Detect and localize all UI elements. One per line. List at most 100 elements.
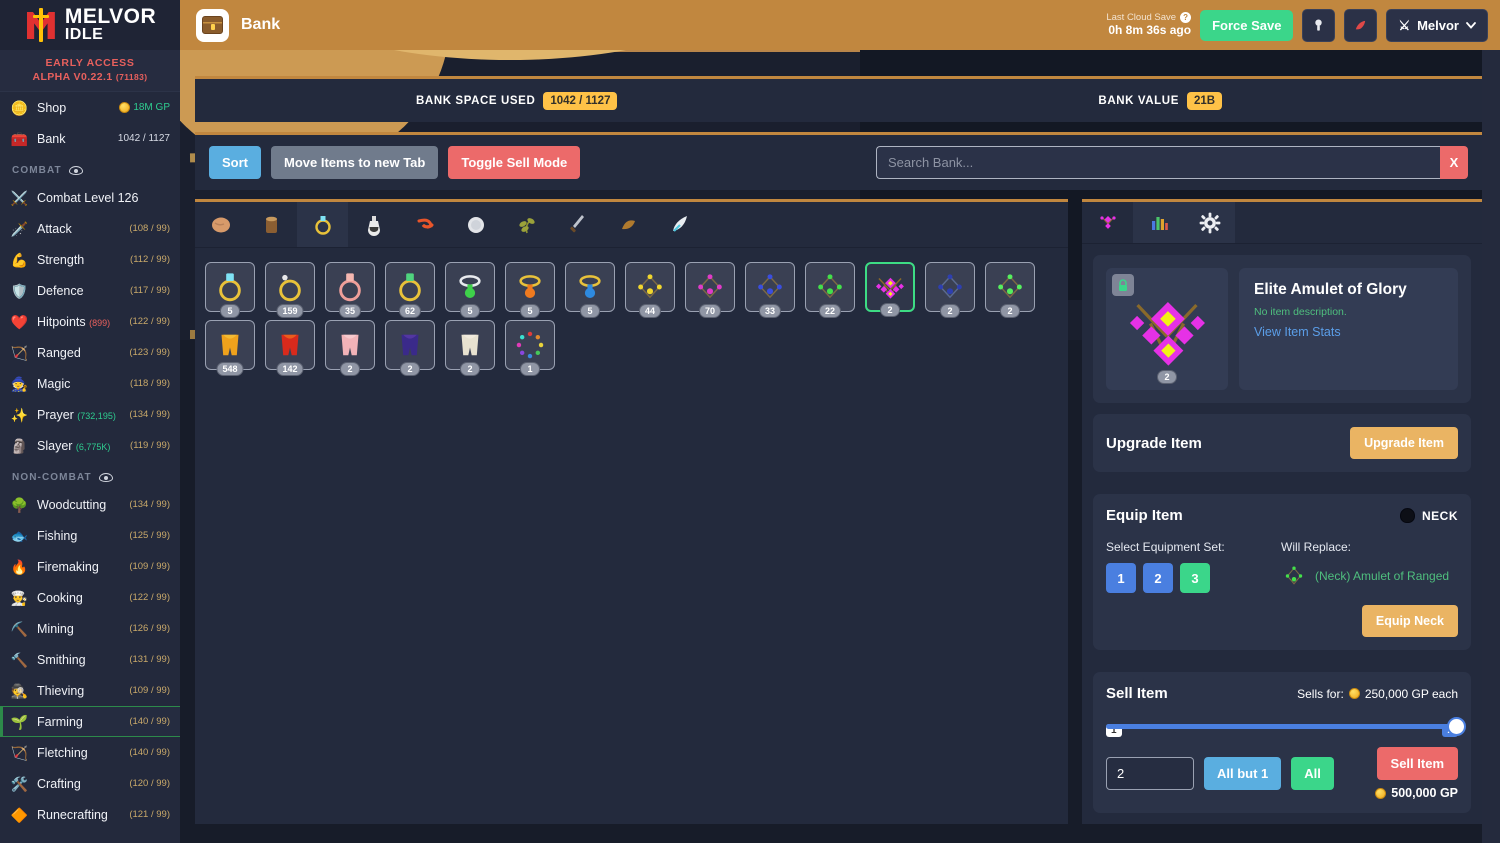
sidebar-item-prayer[interactable]: ✨ Prayer (732,195) (134 / 99) <box>0 399 180 430</box>
sidebar-item-combat-level-126[interactable]: ⚔️ Combat Level 126 <box>0 182 180 213</box>
bank-item-slot[interactable]: 548 <box>205 320 255 376</box>
bank-item-slot[interactable]: 2 <box>925 262 975 318</box>
bank-tab-log[interactable] <box>246 202 297 247</box>
mastery-button[interactable] <box>1302 8 1336 42</box>
bank-item-slot[interactable]: 70 <box>685 262 735 318</box>
sort-button[interactable]: Sort <box>209 146 261 179</box>
sidebar-item-smithing[interactable]: 🔨 Smithing (131 / 99) <box>0 644 180 675</box>
bank-item-slot[interactable]: 1 <box>505 320 555 376</box>
bank-item-slot[interactable]: 2 <box>325 320 375 376</box>
tree-icon: 🌳 <box>10 496 29 513</box>
clear-search-button[interactable]: X <box>1440 146 1468 179</box>
all-but-one-button[interactable]: All but 1 <box>1204 757 1282 790</box>
sidebar-item-crafting[interactable]: 🛠️ Crafting (120 / 99) <box>0 768 180 799</box>
selected-item-image[interactable]: 2 <box>1106 268 1228 390</box>
cape-white-icon <box>453 328 487 362</box>
sidebar-item-label: Smithing <box>37 652 86 667</box>
detail-tab-gear[interactable] <box>1184 202 1235 243</box>
sidebar-item-ranged[interactable]: 🏹 Ranged (123 / 99) <box>0 337 180 368</box>
sidebar-item-thieving[interactable]: 🕵️ Thieving (109 / 99) <box>0 675 180 706</box>
sidebar-item-fletching[interactable]: 🏹 Fletching (140 / 99) <box>0 737 180 768</box>
bank-item-slot[interactable]: 33 <box>745 262 795 318</box>
brand-logo[interactable]: MELVOR IDLE <box>0 0 180 50</box>
bank-item-slot[interactable]: 62 <box>385 262 435 318</box>
sell-item-button[interactable]: Sell Item <box>1376 747 1458 780</box>
eye-icon[interactable] <box>98 473 113 482</box>
tools-icon: 🛠️ <box>10 775 29 792</box>
sidebar-item-farming[interactable]: 🌱 Farming (140 / 99) <box>0 706 180 737</box>
rune-icon: 🔶 <box>10 806 29 823</box>
eye-icon[interactable] <box>68 166 83 175</box>
view-item-stats-link[interactable]: View Item Stats <box>1254 325 1443 339</box>
bank-item-slot[interactable]: 35 <box>325 262 375 318</box>
gear-icon <box>1199 212 1220 233</box>
sidebar-item-firemaking[interactable]: 🔥 Firemaking (109 / 99) <box>0 551 180 582</box>
sidebar-item-attack[interactable]: 🗡️ Attack (108 / 99) <box>0 213 180 244</box>
bank-tab-potato[interactable] <box>195 202 246 247</box>
sidebar-item-label: Magic <box>37 376 71 391</box>
sidebar-item-woodcutting[interactable]: 🌳 Woodcutting (134 / 99) <box>0 489 180 520</box>
shrimp-icon <box>417 218 433 228</box>
bank-item-slot[interactable]: 2 <box>985 262 1035 318</box>
item-quantity: 2 <box>340 362 360 376</box>
bank-item-slot[interactable]: 5 <box>505 262 555 318</box>
bank-item-slot[interactable]: 2 <box>445 320 495 376</box>
bank-tab-silver-bar[interactable] <box>450 202 501 247</box>
sidebar-item-runecrafting[interactable]: 🔶 Runecrafting (121 / 99) <box>0 799 180 830</box>
bank-item-slot[interactable]: 2 <box>865 262 915 317</box>
bank-item-slot[interactable]: 2 <box>385 320 435 376</box>
sidebar-item-label: Runecrafting <box>37 807 108 822</box>
sidebar-item-defence[interactable]: 🛡️ Defence (117 / 99) <box>0 275 180 306</box>
bank-tab-leather[interactable] <box>603 202 654 247</box>
bank-item-slot[interactable]: 142 <box>265 320 315 376</box>
brand-line-2: IDLE <box>64 26 104 44</box>
potion-button[interactable] <box>1344 8 1378 42</box>
equipment-set-button-2[interactable]: 2 <box>1143 563 1173 593</box>
all-button[interactable]: All <box>1291 757 1334 790</box>
sell-quantity-slider[interactable]: 1 2 <box>1106 717 1466 737</box>
bank-tab-shrimp[interactable] <box>399 202 450 247</box>
sidebar-item-fishing[interactable]: 🐟 Fishing (125 / 99) <box>0 520 180 551</box>
bank-tab-potion[interactable] <box>348 202 399 247</box>
sidebar-item-hitpoints[interactable]: ❤️ Hitpoints (899) (122 / 99) <box>0 306 180 337</box>
toggle-sell-mode-button[interactable]: Toggle Sell Mode <box>448 146 581 179</box>
slider-track[interactable] <box>1106 717 1466 736</box>
cloud-save-status: Last Cloud Save ? 0h 8m 36s ago <box>1106 12 1192 39</box>
bank-item-slot[interactable]: 5 <box>445 262 495 318</box>
bank-tab-dagger[interactable] <box>552 202 603 247</box>
sidebar-item-shop[interactable]: 🪙 Shop 18M GP <box>0 92 180 123</box>
equipment-set-button-1[interactable]: 1 <box>1106 563 1136 593</box>
slider-thumb[interactable] <box>1447 717 1466 736</box>
bank-item-slot[interactable]: 5 <box>205 262 255 318</box>
detail-tab-amulet[interactable] <box>1082 202 1133 243</box>
search-bank-group: X <box>876 146 1468 179</box>
bank-tab-ring[interactable] <box>297 202 348 247</box>
sidebar-item-slayer[interactable]: 🗿 Slayer (6,775K) (119 / 99) <box>0 430 180 461</box>
equipment-set-button-3[interactable]: 3 <box>1180 563 1210 593</box>
bank-item-slot[interactable]: 22 <box>805 262 855 318</box>
sidebar-item-cooking[interactable]: 👨‍🍳 Cooking (122 / 99) <box>0 582 180 613</box>
account-menu-button[interactable]: ⚔ Melvor <box>1386 8 1488 42</box>
force-save-button[interactable]: Force Save <box>1200 9 1294 41</box>
equip-neck-button[interactable]: Equip Neck <box>1361 605 1458 637</box>
sell-quantity-input[interactable] <box>1106 757 1194 790</box>
bank-item-slot[interactable]: 44 <box>625 262 675 318</box>
lock-icon[interactable] <box>1112 274 1134 296</box>
item-quantity: 22 <box>818 304 842 318</box>
equip-slot-label: NECK <box>1421 508 1458 523</box>
bank-item-slot[interactable]: 5 <box>565 262 615 318</box>
bank-tab-herb[interactable] <box>501 202 552 247</box>
bank-tab-feather[interactable] <box>654 202 705 247</box>
sidebar-item-magic[interactable]: 🧙 Magic (118 / 99) <box>0 368 180 399</box>
help-icon[interactable]: ? <box>1180 12 1192 23</box>
sidebar-item-strength[interactable]: 💪 Strength (112 / 99) <box>0 244 180 275</box>
sidebar-item-bank[interactable]: 🧰 Bank 1042 / 1127 <box>0 123 180 154</box>
sidebar-item-mining[interactable]: ⛏️ Mining (126 / 99) <box>0 613 180 644</box>
move-items-button[interactable]: Move Items to new Tab <box>271 146 439 179</box>
feather-icon <box>672 215 687 232</box>
bank-item-slot[interactable]: 159 <box>265 262 315 318</box>
detail-tab-bar-chart[interactable] <box>1133 202 1184 243</box>
page-icon <box>196 8 229 42</box>
search-input[interactable] <box>876 146 1440 179</box>
upgrade-item-button[interactable]: Upgrade Item <box>1350 427 1458 459</box>
